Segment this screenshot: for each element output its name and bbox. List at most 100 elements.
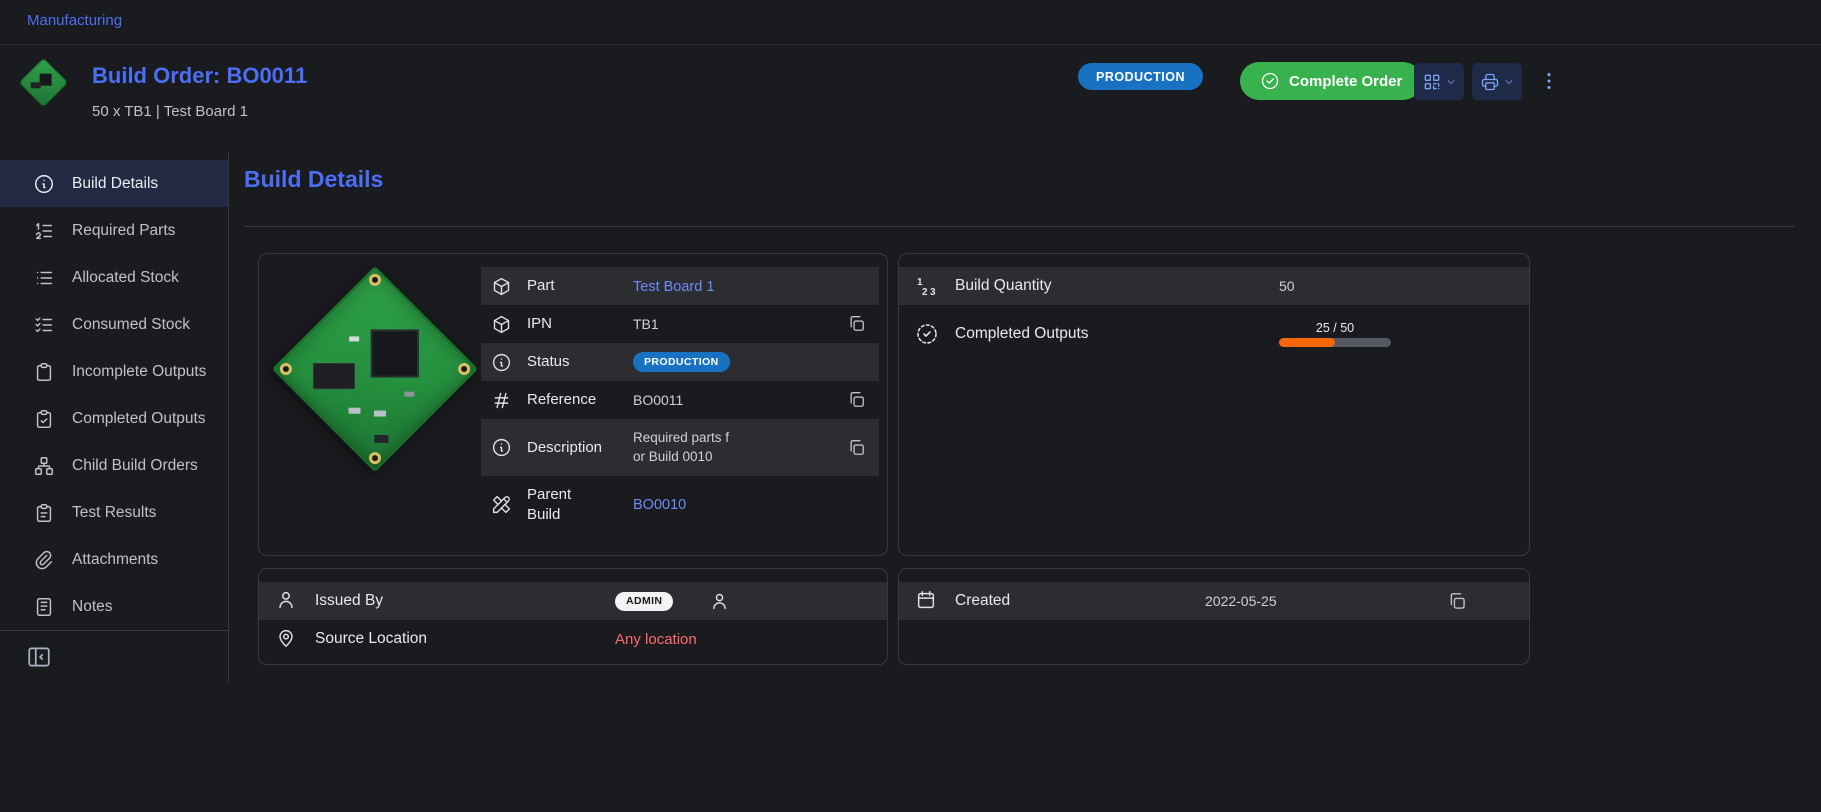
sidebar-item-consumed-stock[interactable]: Consumed Stock (0, 301, 228, 348)
sidebar-item-label: Completed Outputs (72, 410, 206, 428)
info-circle-icon (33, 173, 55, 195)
sidebar: Build Details Required Parts Allocated S… (0, 152, 229, 682)
pcb-component (374, 435, 388, 443)
sidebar-item-notes[interactable]: Notes (0, 583, 228, 630)
user-icon (275, 589, 299, 613)
pcb-chip (313, 363, 355, 389)
qr-actions-button[interactable] (1414, 63, 1464, 100)
print-actions-button[interactable] (1472, 63, 1522, 100)
progress-label: 25 / 50 (1279, 321, 1391, 335)
sidebar-item-child-build-orders[interactable]: Child Build Orders (0, 442, 228, 489)
sidebar-item-incomplete-outputs[interactable]: Incomplete Outputs (0, 348, 228, 395)
complete-order-button[interactable]: Complete Order (1240, 62, 1422, 100)
map-pin-icon (275, 627, 299, 651)
sidebar-item-label: Allocated Stock (72, 269, 179, 287)
pcb-thumbnail-graphic (20, 59, 67, 106)
package-icon (491, 276, 512, 297)
row-label: Reference (527, 390, 633, 410)
clipboard-icon (33, 361, 55, 383)
row-value: BO0011 (633, 392, 839, 408)
more-actions-button[interactable] (1534, 64, 1564, 98)
printer-icon (1480, 72, 1500, 92)
row-label: Source Location (315, 630, 615, 648)
part-thumbnail[interactable] (22, 61, 66, 105)
pcb-mount-hole (367, 271, 384, 288)
sidebar-item-label: Notes (72, 598, 113, 616)
hash-icon (491, 390, 512, 411)
sitemap-icon (33, 455, 55, 477)
breadcrumb-link-manufacturing[interactable]: Manufacturing (27, 12, 122, 29)
sidebar-item-label: Required Parts (72, 222, 175, 240)
sidebar-divider (0, 630, 228, 631)
sidebar-item-label: Attachments (72, 551, 158, 569)
table-row-created: Created 2022-05-25 (899, 582, 1529, 620)
circle-check-icon (1260, 71, 1280, 91)
row-value: 50 (1255, 278, 1295, 294)
list-check-icon (33, 314, 55, 336)
sidebar-item-completed-outputs[interactable]: Completed Outputs (0, 395, 228, 442)
page-subtitle: 50 x TB1 | Test Board 1 (92, 103, 248, 120)
pcb-mount-hole (367, 450, 384, 467)
copy-button[interactable] (847, 313, 869, 335)
page-title: Build Order: BO0011 (92, 63, 307, 89)
list-numbers-icon (33, 220, 55, 242)
row-label: Created (955, 592, 1185, 610)
sidebar-item-allocated-stock[interactable]: Allocated Stock (0, 254, 228, 301)
row-label: Issued By (315, 592, 615, 610)
pcb-board-graphic (272, 266, 478, 472)
sidebar-item-test-results[interactable]: Test Results (0, 489, 228, 536)
copy-button[interactable] (1447, 590, 1469, 612)
table-row-parent-build: Parent Build BO0010 (481, 476, 879, 533)
sidebar-collapse-button[interactable] (26, 643, 54, 671)
panel-divider (244, 226, 1795, 227)
table-row-source-location: Source Location Any location (259, 620, 887, 658)
table-row-status: Status PRODUCTION (481, 343, 879, 381)
pcb-component (348, 408, 360, 414)
qrcode-icon (1422, 72, 1442, 92)
svg-text:3: 3 (930, 287, 936, 298)
row-label: Description (527, 438, 633, 458)
list-icon (33, 267, 55, 289)
status-badge: PRODUCTION (633, 352, 730, 372)
part-image[interactable] (271, 262, 479, 477)
numbers-123-icon: 123 (915, 274, 939, 298)
clipboard-text-icon (33, 502, 55, 524)
copy-button[interactable] (847, 389, 869, 411)
table-row-issued-by: Issued By ADMIN (259, 582, 887, 620)
admin-badge: ADMIN (615, 592, 673, 611)
complete-order-label: Complete Order (1289, 73, 1402, 90)
row-value: TB1 (633, 316, 839, 332)
svg-text:2: 2 (922, 287, 928, 298)
page-header: Build Order: BO0011 50 x TB1 | Test Boar… (0, 45, 1821, 152)
notes-icon (33, 596, 55, 618)
progress-check-icon (915, 322, 939, 346)
sidebar-item-required-parts[interactable]: Required Parts (0, 207, 228, 254)
table-row-ipn: IPN TB1 (481, 305, 879, 343)
sidebar-item-label: Incomplete Outputs (72, 363, 206, 381)
sidebar-item-build-details[interactable]: Build Details (0, 160, 228, 207)
build-detail-table: Part Test Board 1 IPN TB1 Status PRODUCT… (481, 267, 879, 533)
pcb-component (349, 336, 359, 341)
panel-title: Build Details (244, 166, 383, 193)
chevron-down-icon (1445, 76, 1457, 88)
copy-button[interactable] (847, 437, 869, 459)
pcb-mount-hole (277, 361, 294, 378)
sidebar-item-attachments[interactable]: Attachments (0, 536, 228, 583)
row-value: Required parts for Build 0010 (633, 423, 736, 473)
status-badge: PRODUCTION (1078, 63, 1203, 90)
row-label: IPN (527, 314, 633, 334)
table-row-part: Part Test Board 1 (481, 267, 879, 305)
parent-build-link[interactable]: BO0010 (633, 497, 686, 513)
info-circle-icon (491, 437, 512, 458)
row-value: 2022-05-25 (1185, 593, 1277, 609)
quantities-card: 123 Build Quantity 50 Completed Outputs … (898, 253, 1530, 556)
sidebar-item-label: Test Results (72, 504, 156, 522)
pcb-chip (40, 74, 52, 86)
dots-vertical-icon (1538, 68, 1560, 94)
paperclip-icon (33, 549, 55, 571)
part-link[interactable]: Test Board 1 (633, 279, 714, 295)
breadcrumb: Manufacturing (0, 0, 1821, 45)
progress-fill (1279, 338, 1335, 347)
pcb-chip (371, 329, 419, 377)
row-label: Part (527, 276, 633, 296)
